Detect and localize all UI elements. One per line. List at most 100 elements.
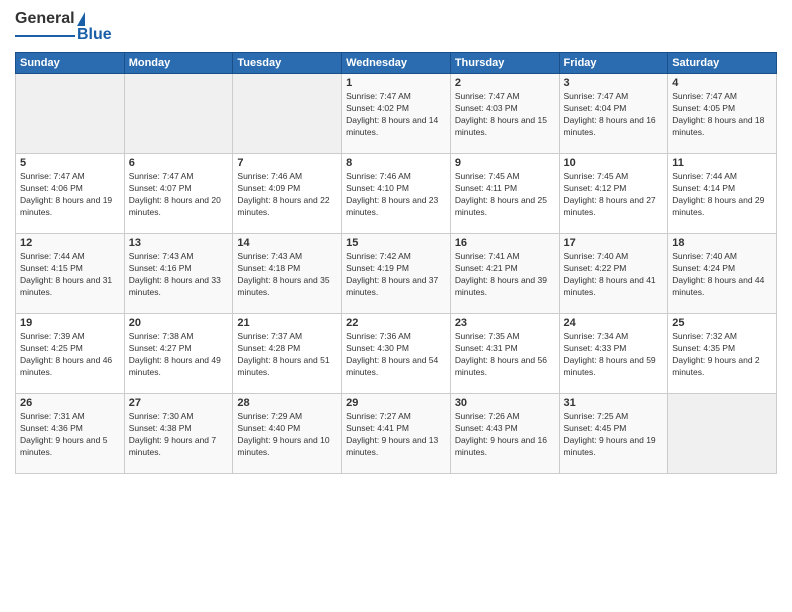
day-number: 17 — [564, 237, 664, 249]
calendar-container: General Blue SundayMondayTuesdayWednesda… — [0, 0, 792, 612]
day-number: 15 — [346, 237, 446, 249]
daylight: Daylight: 8 hours and 46 minutes. — [20, 355, 112, 377]
calendar-cell: 19 Sunrise: 7:39 AM Sunset: 4:25 PM Dayl… — [16, 314, 125, 394]
calendar-body: 1 Sunrise: 7:47 AM Sunset: 4:02 PM Dayli… — [16, 74, 777, 474]
day-number: 2 — [455, 77, 555, 89]
day-info: Sunrise: 7:31 AM Sunset: 4:36 PM Dayligh… — [20, 411, 120, 459]
calendar-header: SundayMondayTuesdayWednesdayThursdayFrid… — [16, 53, 777, 74]
day-number: 21 — [237, 317, 337, 329]
daylight: Daylight: 8 hours and 25 minutes. — [455, 195, 547, 217]
day-number: 12 — [20, 237, 120, 249]
daylight: Daylight: 8 hours and 49 minutes. — [129, 355, 221, 377]
sunset: Sunset: 4:33 PM — [564, 343, 627, 353]
weekday-header: Thursday — [450, 53, 559, 74]
sunset: Sunset: 4:14 PM — [672, 183, 735, 193]
daylight: Daylight: 8 hours and 56 minutes. — [455, 355, 547, 377]
sunset: Sunset: 4:45 PM — [564, 423, 627, 433]
day-info: Sunrise: 7:36 AM Sunset: 4:30 PM Dayligh… — [346, 331, 446, 379]
calendar-cell: 11 Sunrise: 7:44 AM Sunset: 4:14 PM Dayl… — [668, 154, 777, 234]
daylight: Daylight: 8 hours and 54 minutes. — [346, 355, 438, 377]
sunset: Sunset: 4:07 PM — [129, 183, 192, 193]
calendar-cell: 3 Sunrise: 7:47 AM Sunset: 4:04 PM Dayli… — [559, 74, 668, 154]
daylight: Daylight: 9 hours and 16 minutes. — [455, 435, 547, 457]
sunrise: Sunrise: 7:40 AM — [672, 251, 737, 261]
weekday-row: SundayMondayTuesdayWednesdayThursdayFrid… — [16, 53, 777, 74]
header: General Blue — [15, 10, 777, 44]
weekday-header: Monday — [124, 53, 233, 74]
calendar-week-row: 1 Sunrise: 7:47 AM Sunset: 4:02 PM Dayli… — [16, 74, 777, 154]
calendar-cell — [233, 74, 342, 154]
sunrise: Sunrise: 7:46 AM — [237, 171, 302, 181]
sunset: Sunset: 4:09 PM — [237, 183, 300, 193]
day-info: Sunrise: 7:40 AM Sunset: 4:24 PM Dayligh… — [672, 251, 772, 299]
daylight: Daylight: 8 hours and 41 minutes. — [564, 275, 656, 297]
calendar-cell: 29 Sunrise: 7:27 AM Sunset: 4:41 PM Dayl… — [342, 394, 451, 474]
day-number: 29 — [346, 397, 446, 409]
sunset: Sunset: 4:12 PM — [564, 183, 627, 193]
daylight: Daylight: 9 hours and 10 minutes. — [237, 435, 329, 457]
calendar-cell: 24 Sunrise: 7:34 AM Sunset: 4:33 PM Dayl… — [559, 314, 668, 394]
sunset: Sunset: 4:38 PM — [129, 423, 192, 433]
sunrise: Sunrise: 7:34 AM — [564, 331, 629, 341]
sunrise: Sunrise: 7:47 AM — [20, 171, 85, 181]
day-info: Sunrise: 7:46 AM Sunset: 4:10 PM Dayligh… — [346, 171, 446, 219]
sunset: Sunset: 4:15 PM — [20, 263, 83, 273]
sunset: Sunset: 4:19 PM — [346, 263, 409, 273]
daylight: Daylight: 8 hours and 29 minutes. — [672, 195, 764, 217]
calendar-cell — [16, 74, 125, 154]
day-number: 8 — [346, 157, 446, 169]
daylight: Daylight: 8 hours and 16 minutes. — [564, 115, 656, 137]
day-info: Sunrise: 7:44 AM Sunset: 4:15 PM Dayligh… — [20, 251, 120, 299]
calendar-cell: 31 Sunrise: 7:25 AM Sunset: 4:45 PM Dayl… — [559, 394, 668, 474]
sunset: Sunset: 4:03 PM — [455, 103, 518, 113]
sunrise: Sunrise: 7:30 AM — [129, 411, 194, 421]
day-number: 22 — [346, 317, 446, 329]
weekday-header: Wednesday — [342, 53, 451, 74]
day-number: 27 — [129, 397, 229, 409]
day-info: Sunrise: 7:34 AM Sunset: 4:33 PM Dayligh… — [564, 331, 664, 379]
daylight: Daylight: 8 hours and 14 minutes. — [346, 115, 438, 137]
day-info: Sunrise: 7:47 AM Sunset: 4:06 PM Dayligh… — [20, 171, 120, 219]
calendar-cell: 16 Sunrise: 7:41 AM Sunset: 4:21 PM Dayl… — [450, 234, 559, 314]
sunrise: Sunrise: 7:47 AM — [129, 171, 194, 181]
day-info: Sunrise: 7:47 AM Sunset: 4:02 PM Dayligh… — [346, 91, 446, 139]
daylight: Daylight: 8 hours and 37 minutes. — [346, 275, 438, 297]
sunrise: Sunrise: 7:25 AM — [564, 411, 629, 421]
logo: General Blue — [15, 10, 112, 44]
calendar-week-row: 19 Sunrise: 7:39 AM Sunset: 4:25 PM Dayl… — [16, 314, 777, 394]
sunrise: Sunrise: 7:47 AM — [346, 91, 411, 101]
sunrise: Sunrise: 7:44 AM — [20, 251, 85, 261]
sunrise: Sunrise: 7:43 AM — [129, 251, 194, 261]
day-info: Sunrise: 7:26 AM Sunset: 4:43 PM Dayligh… — [455, 411, 555, 459]
sunset: Sunset: 4:02 PM — [346, 103, 409, 113]
day-info: Sunrise: 7:38 AM Sunset: 4:27 PM Dayligh… — [129, 331, 229, 379]
sunset: Sunset: 4:16 PM — [129, 263, 192, 273]
sunset: Sunset: 4:31 PM — [455, 343, 518, 353]
day-number: 13 — [129, 237, 229, 249]
sunrise: Sunrise: 7:29 AM — [237, 411, 302, 421]
day-info: Sunrise: 7:45 AM Sunset: 4:12 PM Dayligh… — [564, 171, 664, 219]
weekday-header: Tuesday — [233, 53, 342, 74]
daylight: Daylight: 8 hours and 22 minutes. — [237, 195, 329, 217]
sunrise: Sunrise: 7:47 AM — [564, 91, 629, 101]
day-info: Sunrise: 7:30 AM Sunset: 4:38 PM Dayligh… — [129, 411, 229, 459]
sunset: Sunset: 4:27 PM — [129, 343, 192, 353]
calendar-cell — [124, 74, 233, 154]
day-number: 24 — [564, 317, 664, 329]
sunrise: Sunrise: 7:37 AM — [237, 331, 302, 341]
day-number: 9 — [455, 157, 555, 169]
day-number: 28 — [237, 397, 337, 409]
daylight: Daylight: 8 hours and 20 minutes. — [129, 195, 221, 217]
sunrise: Sunrise: 7:44 AM — [672, 171, 737, 181]
sunrise: Sunrise: 7:45 AM — [564, 171, 629, 181]
daylight: Daylight: 9 hours and 13 minutes. — [346, 435, 438, 457]
calendar-week-row: 12 Sunrise: 7:44 AM Sunset: 4:15 PM Dayl… — [16, 234, 777, 314]
sunrise: Sunrise: 7:42 AM — [346, 251, 411, 261]
day-number: 26 — [20, 397, 120, 409]
sunrise: Sunrise: 7:46 AM — [346, 171, 411, 181]
sunrise: Sunrise: 7:36 AM — [346, 331, 411, 341]
calendar-cell: 8 Sunrise: 7:46 AM Sunset: 4:10 PM Dayli… — [342, 154, 451, 234]
logo-blue: Blue — [77, 26, 112, 44]
sunset: Sunset: 4:06 PM — [20, 183, 83, 193]
day-info: Sunrise: 7:41 AM Sunset: 4:21 PM Dayligh… — [455, 251, 555, 299]
